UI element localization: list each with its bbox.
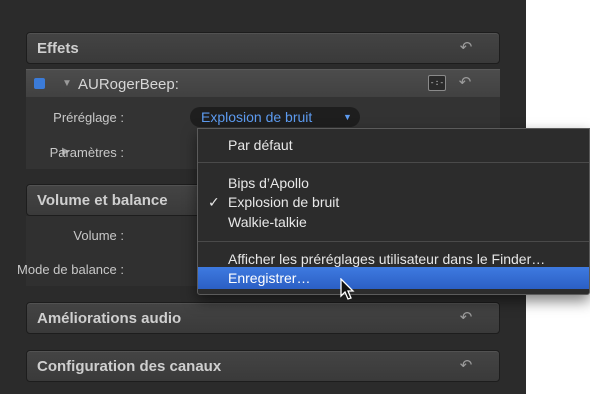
checkmark-icon: ✓ (208, 194, 220, 210)
audio-improvements-header[interactable]: Améliorations audio ↶ (26, 302, 500, 334)
channels-title: Configuration des canaux (37, 358, 222, 375)
reset-arrow-icon[interactable]: ↶ (457, 357, 475, 375)
menu-item-noise-burst[interactable]: Explosion de bruit (228, 194, 339, 210)
preset-menu: Par défaut Bips d’Apollo ✓ Explosion de … (197, 128, 590, 295)
plugin-name: AURogerBeep: (78, 76, 179, 93)
preset-popup-value: Explosion de bruit (201, 109, 313, 125)
plugin-header: ▼ AURogerBeep: -:- ↶ (26, 69, 500, 97)
channels-header[interactable]: Configuration des canaux ↶ (26, 350, 500, 382)
menu-item-default[interactable]: Par défaut (228, 137, 293, 153)
menu-separator (198, 162, 589, 163)
menu-item-show-in-finder[interactable]: Afficher les préréglages utilisateur dan… (228, 251, 545, 267)
menu-item-walkie-talkie[interactable]: Walkie-talkie (228, 214, 307, 230)
preset-popup[interactable]: Explosion de bruit ▼ (190, 107, 360, 127)
audio-improvements-title: Améliorations audio (37, 310, 182, 327)
reset-arrow-icon[interactable]: ↶ (457, 39, 475, 57)
effects-section-header[interactable]: Effets ↶ (26, 32, 500, 64)
plugin-enable-checkbox[interactable] (34, 78, 45, 89)
reset-arrow-icon[interactable]: ↶ (456, 74, 474, 92)
reset-arrow-icon[interactable]: ↶ (457, 309, 475, 327)
chevron-down-icon: ▼ (343, 112, 352, 122)
plugin-interface-button[interactable]: -:- (428, 75, 446, 91)
params-label: Paramètres : (49, 145, 124, 160)
menu-item-save[interactable]: Enregistrer… (228, 270, 310, 286)
disclosure-triangle-icon[interactable]: ▼ (62, 78, 72, 89)
effects-section-title: Effets (37, 40, 79, 57)
pointer-cursor-icon (340, 278, 355, 300)
menu-separator (198, 241, 589, 242)
volume-label: Volume : (73, 228, 124, 243)
balance-label: Mode de balance : (17, 262, 124, 277)
menu-item-apollo[interactable]: Bips d’Apollo (228, 175, 309, 191)
volume-section-title: Volume et balance (37, 192, 168, 209)
preset-label: Préréglage : (53, 110, 124, 125)
